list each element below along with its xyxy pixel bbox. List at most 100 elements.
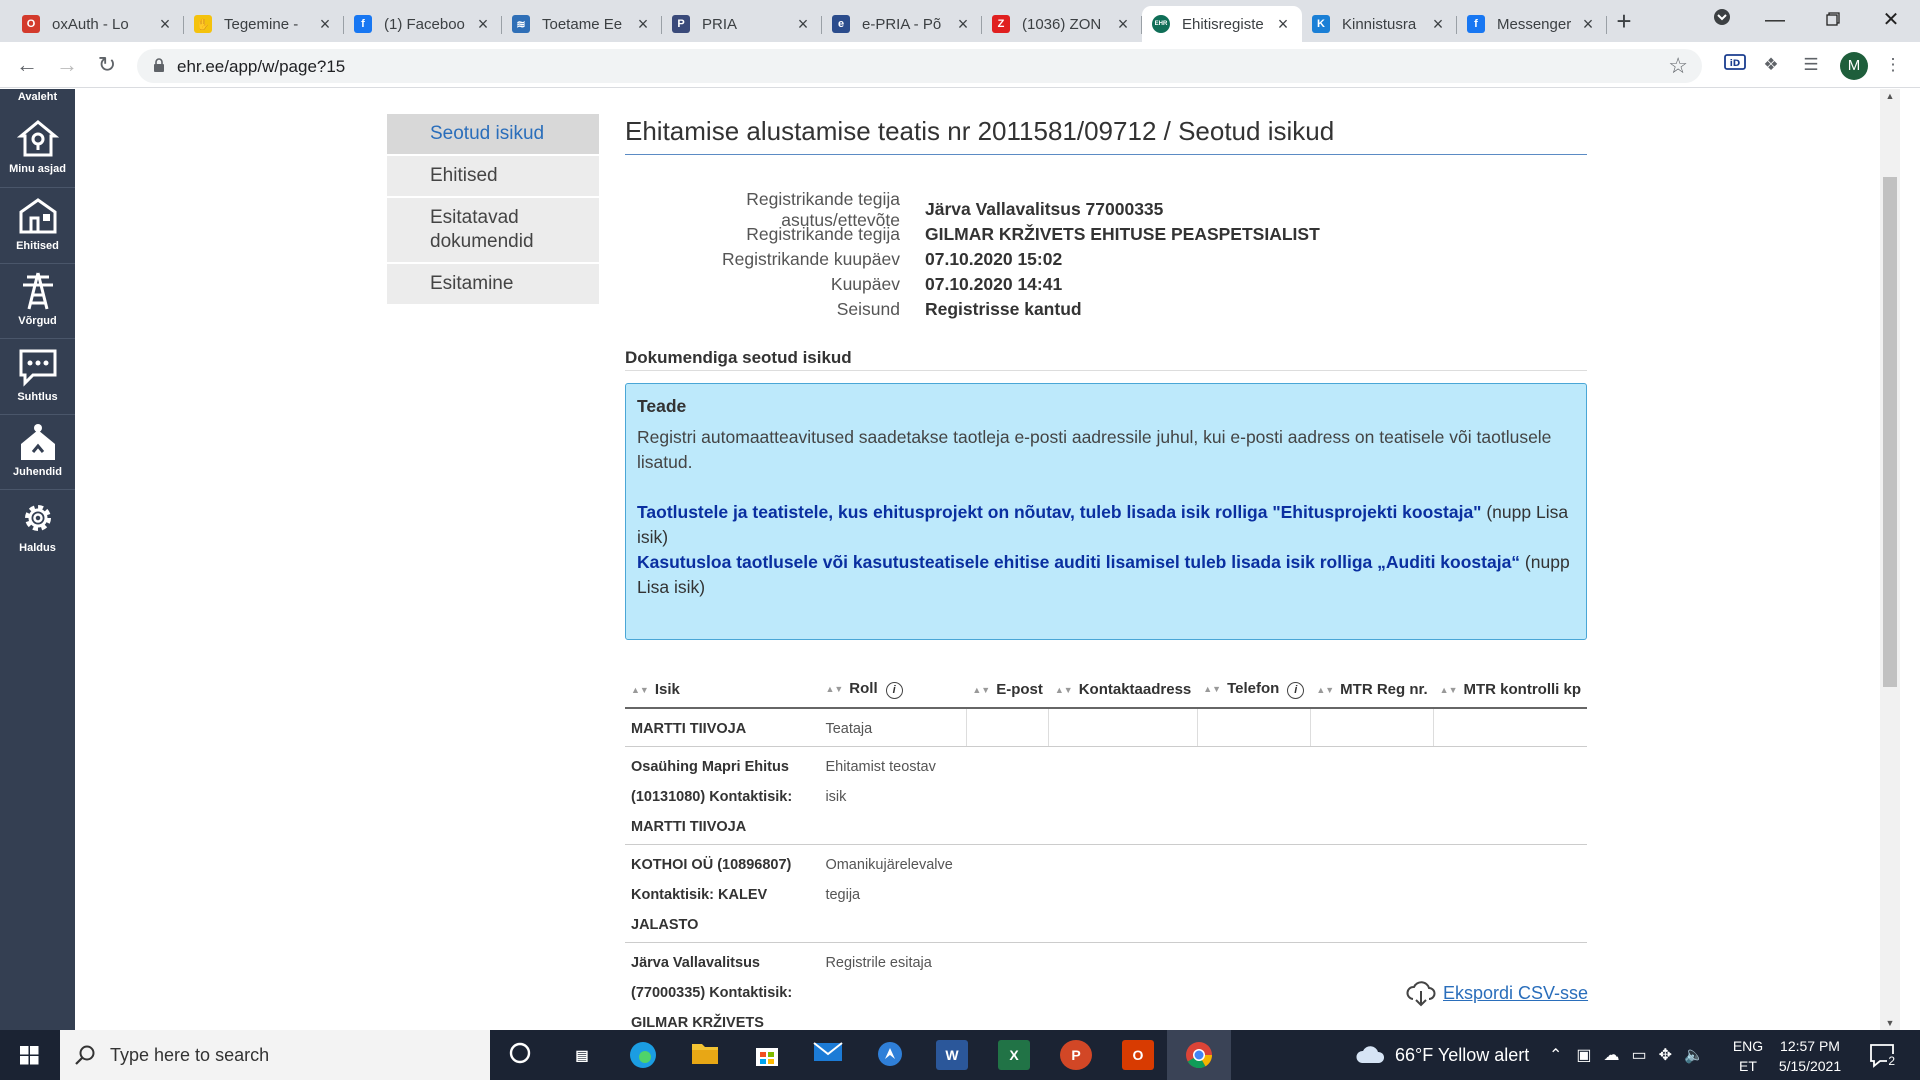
person-cell: KOTHOI OÜ (10896807) Kontaktisik: KALEV … xyxy=(625,844,820,943)
subnav-item-esitatavad-dokumendid[interactable]: Esitatavad dokumendid xyxy=(387,198,599,262)
minimize-button[interactable]: — xyxy=(1750,0,1800,42)
notice-line-ehitusprojekt: Taotlustele ja teatistele, kus ehituspro… xyxy=(637,502,1569,547)
tab-favicon-icon: f xyxy=(1467,15,1485,33)
tab-favicon-icon: ≋ xyxy=(512,15,530,33)
edge-browser-icon[interactable] xyxy=(627,1040,659,1070)
chrome-icon[interactable] xyxy=(1183,1040,1215,1070)
meet-now-icon[interactable]: ▣ xyxy=(1576,1045,1591,1065)
weather-widget[interactable]: 66°F Yellow alert xyxy=(1355,1030,1529,1080)
tab-close-icon[interactable]: × xyxy=(156,14,174,35)
cortana-icon[interactable] xyxy=(504,1040,536,1070)
role-cell: Omanikujärelevalve tegija xyxy=(819,844,967,943)
column-header-mtr-reg-nr[interactable]: ▲▼ MTR Reg nr. xyxy=(1310,670,1434,709)
sidebar-home-link[interactable]: Avaleht xyxy=(0,89,75,109)
sidebar-item-ehitised[interactable]: Ehitised xyxy=(0,188,75,263)
subnav-item-esitamine[interactable]: Esitamine xyxy=(387,264,599,304)
address-bar[interactable]: ehr.ee/app/w/page?15 ☆ xyxy=(137,49,1702,83)
page-content: Seotud isikud Ehitised Esitatavad dokume… xyxy=(75,89,1900,1030)
browser-tab[interactable]: ✋ Tegemine - × xyxy=(184,6,344,42)
taskbar-search-box[interactable]: Type here to search xyxy=(60,1030,490,1080)
info-icon[interactable]: i xyxy=(885,682,903,699)
subnav-item-ehitised[interactable]: Ehitised xyxy=(387,156,599,196)
column-header-kontaktaadress[interactable]: ▲▼ Kontaktaadress xyxy=(1048,670,1198,709)
table-row: Osaühing Mapri Ehitus (10131080) Kontakt… xyxy=(625,746,1587,845)
building-icon xyxy=(19,198,56,234)
address-cell xyxy=(1048,708,1198,747)
subnav-item-seotud-isikud[interactable]: Seotud isikud xyxy=(387,114,599,154)
column-header-telefon[interactable]: ▲▼ Telefon i xyxy=(1197,670,1311,709)
forward-arrow-icon[interactable]: → xyxy=(52,50,82,80)
notifications-icon[interactable]: 2 xyxy=(1868,1042,1896,1068)
office-icon[interactable]: O xyxy=(1122,1040,1154,1070)
file-explorer-icon[interactable] xyxy=(689,1040,721,1070)
browser-tab[interactable]: e e-PRIA - Põ × xyxy=(822,6,982,42)
language-indicator[interactable]: ENG ET xyxy=(1730,1036,1766,1076)
word-icon[interactable]: W xyxy=(936,1040,968,1070)
close-window-button[interactable]: ✕ xyxy=(1866,0,1916,42)
store-icon[interactable] xyxy=(751,1040,783,1070)
export-csv-link[interactable]: Ekspordi CSV-sse xyxy=(1405,979,1588,1007)
back-arrow-icon[interactable]: ← xyxy=(12,50,42,80)
sidebar-item-juhendid[interactable]: Juhendid xyxy=(0,414,75,489)
sidebar-item-haldus[interactable]: Haldus xyxy=(0,490,75,565)
bookmark-star-icon[interactable]: ☆ xyxy=(1668,53,1688,79)
wifi-icon[interactable]: ✥ xyxy=(1659,1045,1672,1065)
volume-icon[interactable]: 🔈 xyxy=(1684,1045,1704,1065)
onedrive-icon[interactable]: ☁ xyxy=(1604,1045,1620,1065)
battery-icon[interactable]: ▭ xyxy=(1632,1045,1647,1065)
column-header-mtr-kontrolli-kp[interactable]: ▲▼ MTR kontrolli kp xyxy=(1433,670,1587,709)
browser-tab[interactable]: f Messenger × xyxy=(1457,6,1607,42)
excel-icon[interactable]: X xyxy=(998,1040,1030,1070)
task-view-icon[interactable]: ▤ xyxy=(566,1040,598,1070)
scrollbar-thumb[interactable] xyxy=(1883,177,1897,687)
browser-tab[interactable]: ≋ Toetame Ee × xyxy=(502,6,662,42)
notice-line-audit: Kasutusloa taotlusele või kasutusteatise… xyxy=(637,552,1570,597)
section-title: Dokumendiga seotud isikud xyxy=(625,348,1587,371)
extensions-puzzle-icon[interactable]: ❖ xyxy=(1758,52,1784,78)
browser-tab[interactable]: Z (1036) ZON × xyxy=(982,6,1142,42)
browser-tab[interactable]: K Kinnistusra × xyxy=(1302,6,1457,42)
meta-key: Kuupäev xyxy=(830,274,900,294)
windows-start-button[interactable] xyxy=(0,1030,60,1080)
tab-close-icon[interactable]: × xyxy=(1274,14,1292,35)
tab-search-icon[interactable] xyxy=(1697,0,1747,42)
tab-close-icon[interactable]: × xyxy=(1114,14,1132,35)
restore-button[interactable] xyxy=(1808,0,1858,42)
column-header-e-post[interactable]: ▲▼ E-post xyxy=(966,670,1049,709)
tab-close-icon[interactable]: × xyxy=(954,14,972,35)
powerpoint-icon[interactable]: P xyxy=(1060,1040,1092,1070)
browser-tab[interactable]: OoxAuth - Lo × xyxy=(12,6,184,42)
tab-close-icon[interactable]: × xyxy=(1579,14,1597,35)
sidebar-item-vorgud[interactable]: Võrgud xyxy=(0,263,75,338)
taskbar-clock[interactable]: 12:57 PM 5/15/2021 xyxy=(1770,1036,1850,1076)
tab-title: Kinnistusra xyxy=(1342,15,1417,33)
chevron-up-icon[interactable]: ⌃ xyxy=(1549,1045,1562,1065)
browser-tab[interactable]: f (1) Faceboo × xyxy=(344,6,502,42)
browser-tab[interactable]: P PRIA × xyxy=(662,6,822,42)
sidebar-item-minu-asjad[interactable]: Minu asjad xyxy=(0,111,75,186)
browser-tab-strip: OoxAuth - Lo × ✋ Tegemine - × f (1) Faceboo × ≋ T… xyxy=(0,0,1920,42)
sidebar-item-suhtlus[interactable]: Suhtlus xyxy=(0,339,75,414)
lock-icon xyxy=(154,58,164,72)
tab-close-icon[interactable]: × xyxy=(794,14,812,35)
column-header-roll[interactable]: ▲▼ Roll i xyxy=(819,670,967,709)
tab-title: (1) Faceboo xyxy=(384,15,465,33)
column-header-isik[interactable]: ▲▼ Isik xyxy=(625,670,820,709)
tab-close-icon[interactable]: × xyxy=(1429,14,1447,35)
meta-key: Registrikande kuupäev xyxy=(721,249,900,269)
tab-close-icon[interactable]: × xyxy=(634,14,652,35)
tab-close-icon[interactable]: × xyxy=(316,14,334,35)
reading-list-icon[interactable]: ☰ xyxy=(1798,52,1824,78)
browser-tab[interactable]: EHR Ehitisregiste × xyxy=(1142,6,1302,42)
id-card-extension-icon[interactable]: iD xyxy=(1722,52,1748,78)
reload-icon[interactable]: ↻ xyxy=(92,50,122,80)
profile-avatar[interactable]: M xyxy=(1840,52,1868,80)
mail-icon[interactable] xyxy=(812,1040,844,1070)
page-scrollbar[interactable]: ▲ ▼ xyxy=(1880,89,1900,1030)
tab-close-icon[interactable]: × xyxy=(474,14,492,35)
info-icon[interactable]: i xyxy=(1287,682,1305,699)
new-tab-button[interactable]: + xyxy=(1608,6,1640,38)
system-tray-icons[interactable]: ⌃ ▣ ☁ ▭ ✥ 🔈 xyxy=(1549,1030,1704,1080)
maps-icon[interactable] xyxy=(874,1040,906,1070)
browser-menu-icon[interactable]: ⋮ xyxy=(1880,52,1906,78)
